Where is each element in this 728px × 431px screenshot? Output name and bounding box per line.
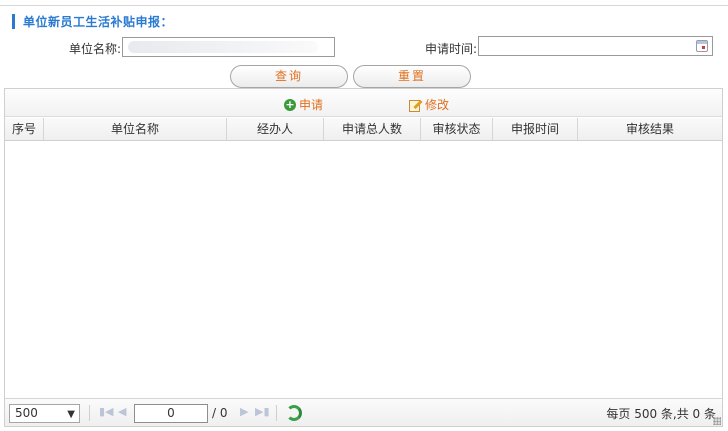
refresh-icon[interactable] — [286, 405, 302, 421]
col-header-total-applicants[interactable]: 申请总人数 — [324, 118, 421, 140]
pager-separator — [276, 405, 277, 421]
reset-button[interactable]: 重置 — [353, 65, 471, 88]
unit-name-value-redacted — [128, 41, 318, 53]
resize-grip-icon[interactable] — [713, 417, 721, 425]
pager-summary: 每页 500 条,共 0 条 — [606, 407, 716, 421]
calendar-icon[interactable] — [696, 40, 708, 52]
query-button[interactable]: 查询 — [230, 65, 348, 88]
chevron-down-icon: ▼ — [67, 409, 75, 420]
page-number-input[interactable]: 0 — [134, 404, 208, 423]
total-pages: / 0 — [212, 406, 228, 420]
col-header-index[interactable]: 序号 — [5, 118, 44, 140]
edit-button[interactable]: 修改 — [408, 96, 449, 113]
prev-page-icon[interactable]: ◀ — [118, 405, 126, 418]
section-header: 单位新员工生活补贴申报： — [12, 13, 173, 29]
apply-time-label: 申请时间: — [425, 42, 478, 56]
first-page-icon[interactable]: ▮◀ — [99, 405, 114, 418]
grid-toolbar: + 申请 修改 — [5, 89, 722, 117]
apply-label: 申请 — [299, 98, 324, 112]
col-header-unit-name[interactable]: 单位名称 — [44, 118, 227, 140]
table-header: 序号 单位名称 经办人 申请总人数 审核状态 申报时间 审核结果 — [5, 118, 722, 141]
data-grid: + 申请 修改 序号 单位名称 经办人 申请总人数 审核状态 申报时间 审核结果… — [4, 88, 723, 427]
last-page-icon[interactable]: ▶▮ — [255, 405, 270, 418]
col-header-review-result[interactable]: 审核结果 — [578, 118, 722, 140]
apply-button[interactable]: + 申请 — [284, 96, 323, 113]
unit-name-input[interactable] — [122, 37, 335, 57]
page-size-select[interactable]: 500 ▼ — [9, 404, 80, 423]
pager-separator — [89, 405, 90, 421]
pagination-bar: 500 ▼ ▮◀ ◀ 0 / 0 ▶ ▶▮ 每页 500 条,共 0 条 — [5, 398, 722, 426]
apply-time-input[interactable] — [478, 36, 713, 56]
col-header-review-status[interactable]: 审核状态 — [421, 118, 493, 140]
edit-label: 修改 — [425, 98, 450, 112]
col-header-handler[interactable]: 经办人 — [227, 118, 324, 140]
plus-circle-icon: + — [284, 97, 296, 111]
section-accent-bar — [12, 13, 15, 29]
unit-name-label: 单位名称: — [69, 42, 122, 56]
pencil-icon — [408, 98, 422, 112]
col-header-submit-time[interactable]: 申报时间 — [493, 118, 578, 140]
page-size-value: 500 — [15, 406, 38, 420]
next-page-icon[interactable]: ▶ — [240, 405, 248, 418]
table-body — [5, 142, 722, 399]
section-title: 单位新员工生活补贴申报： — [23, 14, 174, 29]
top-border — [0, 0, 728, 6]
